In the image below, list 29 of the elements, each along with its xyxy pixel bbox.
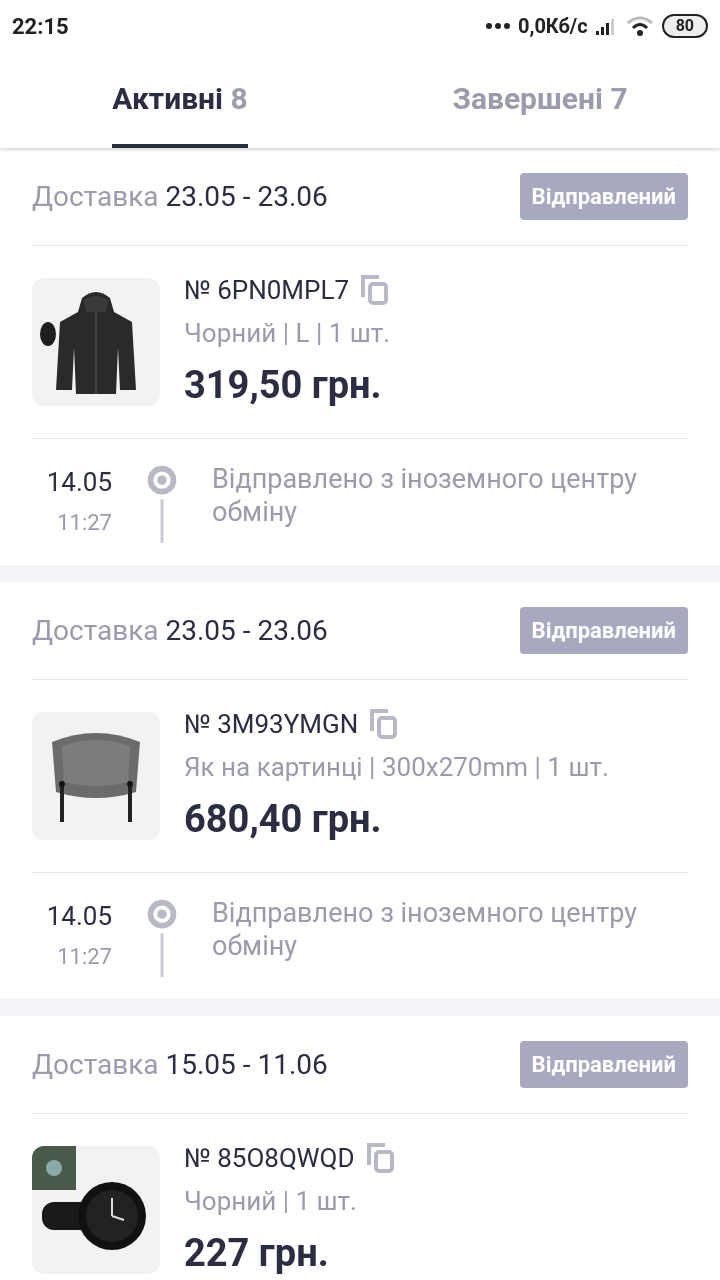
event-text: Відправлено з іноземного центру обміну xyxy=(212,897,638,963)
wifi-icon xyxy=(625,15,654,37)
item-price: 319,50 грн. xyxy=(184,361,383,409)
copy-icon[interactable] xyxy=(361,275,390,305)
delivery-dates: Доставка 23.05 - 23.06 xyxy=(32,178,328,215)
item-price: 680,40 грн. xyxy=(184,795,383,843)
item-details: Як на картинці | 300x270mm | 1 шт. xyxy=(184,750,609,784)
item-details: Чорний | L | 1 шт. xyxy=(184,316,391,350)
event-text: Відправлено з іноземного центру обміну xyxy=(212,463,638,529)
event-date: 14.05 xyxy=(46,466,112,499)
status-time: 22:15 xyxy=(12,12,69,41)
delivery-dates: Доставка 15.05 - 11.06 xyxy=(32,1046,328,1083)
copy-icon[interactable] xyxy=(370,709,399,739)
status-badge: Відправлений xyxy=(519,607,688,654)
order-number: № 6PN0MPL7 xyxy=(184,273,350,307)
copy-icon[interactable] xyxy=(366,1143,395,1173)
event-date: 14.05 xyxy=(46,900,112,933)
item-details: Чорний | 1 шт. xyxy=(184,1184,358,1218)
battery-icon: 80 xyxy=(661,14,708,38)
network-speed: 0,0Кб/с xyxy=(518,13,588,40)
item-price: 227 грн. xyxy=(184,1229,330,1277)
status-badge: Відправлений xyxy=(519,1041,688,1088)
status-badge: Відправлений xyxy=(519,173,688,220)
order-number: № 3M93YMGN xyxy=(184,707,359,741)
order-number: № 85O8QWQD xyxy=(184,1141,355,1175)
event-time: 11:27 xyxy=(57,509,112,537)
event-time: 11:27 xyxy=(57,943,112,971)
dots-icon xyxy=(486,23,510,29)
delivery-dates: Доставка 23.05 - 23.06 xyxy=(32,612,328,649)
